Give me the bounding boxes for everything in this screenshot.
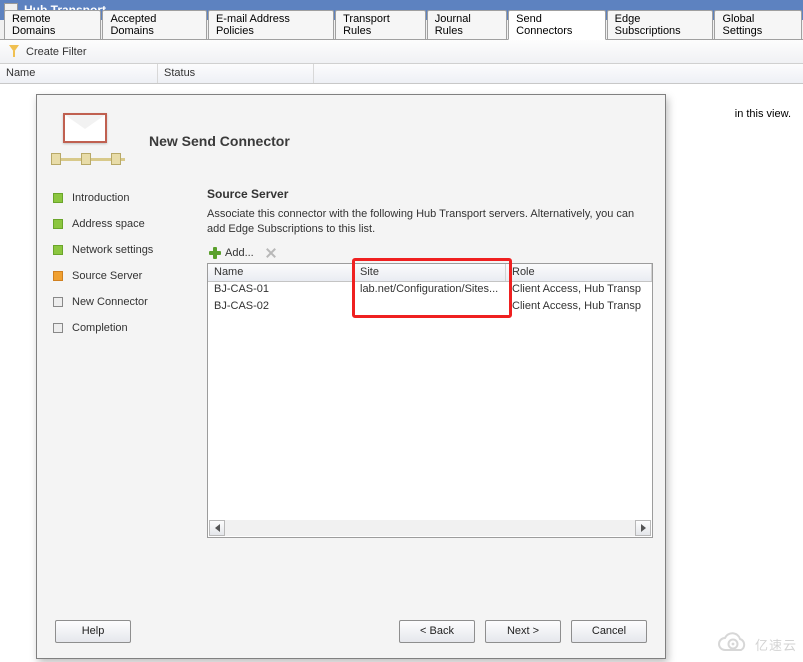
col-name[interactable]: Name	[0, 64, 158, 83]
step-label: Source Server	[72, 270, 142, 282]
step-status-icon	[53, 323, 63, 333]
step-label: Network settings	[72, 244, 153, 256]
back-button[interactable]: < Back	[399, 620, 475, 643]
step-new-connector[interactable]: New Connector	[51, 289, 201, 315]
step-label: Introduction	[72, 192, 129, 204]
chevron-right-icon	[641, 524, 646, 532]
step-label: Address space	[72, 218, 145, 230]
annotation-highlight-box	[352, 258, 512, 318]
toolbar: Create Filter	[0, 40, 803, 64]
step-label: Completion	[72, 322, 128, 334]
cell-name: BJ-CAS-01	[208, 282, 354, 299]
step-status-icon	[53, 271, 63, 281]
plus-icon	[207, 245, 223, 261]
col-status[interactable]: Status	[158, 64, 314, 83]
scroll-right-button[interactable]	[635, 520, 651, 536]
tab-send-connectors[interactable]: Send Connectors	[508, 10, 605, 40]
section-description: Associate this connector with the follow…	[207, 207, 653, 237]
chevron-left-icon	[215, 524, 220, 532]
step-label: New Connector	[72, 296, 148, 308]
dialog-title: New Send Connector	[149, 109, 290, 149]
horizontal-scrollbar[interactable]	[209, 520, 651, 536]
tab-email-address-policies[interactable]: E-mail Address Policies	[208, 10, 334, 39]
cancel-button[interactable]: Cancel	[571, 620, 647, 643]
new-send-connector-dialog: New Send Connector Introduction Address …	[36, 94, 666, 659]
step-network-settings[interactable]: Network settings	[51, 237, 201, 263]
watermark: 亿速云	[711, 632, 797, 656]
step-completion[interactable]: Completion	[51, 315, 201, 341]
wizard-steps: Introduction Address space Network setti…	[37, 181, 205, 538]
step-status-icon	[53, 219, 63, 229]
scroll-left-button[interactable]	[209, 520, 225, 536]
watermark-text: 亿速云	[755, 635, 797, 654]
cell-role: Client Access, Hub Transp	[506, 299, 652, 316]
mail-network-icon	[57, 113, 121, 169]
results-header: Name Status	[0, 64, 803, 84]
remove-icon[interactable]	[264, 246, 278, 260]
step-status-icon	[53, 297, 63, 307]
tab-accepted-domains[interactable]: Accepted Domains	[102, 10, 206, 39]
tab-strip: Remote Domains Accepted Domains E-mail A…	[0, 20, 803, 40]
tab-edge-subscriptions[interactable]: Edge Subscriptions	[607, 10, 714, 39]
tab-remote-domains[interactable]: Remote Domains	[4, 10, 101, 39]
cell-name: BJ-CAS-02	[208, 299, 354, 316]
step-source-server[interactable]: Source Server	[51, 263, 201, 289]
add-button[interactable]: Add...	[225, 247, 254, 259]
grid-col-role[interactable]: Role	[506, 264, 652, 281]
next-button[interactable]: Next >	[485, 620, 561, 643]
dialog-footer: Help < Back Next > Cancel	[37, 604, 665, 658]
dialog-header: New Send Connector	[37, 95, 665, 181]
step-introduction[interactable]: Introduction	[51, 185, 201, 211]
create-filter-button[interactable]: Create Filter	[26, 46, 87, 58]
servers-grid[interactable]: Name Site Role BJ-CAS-01 lab.net/Configu…	[207, 263, 653, 538]
cell-role: Client Access, Hub Transp	[506, 282, 652, 299]
help-button[interactable]: Help	[55, 620, 131, 643]
section-heading: Source Server	[207, 183, 653, 207]
cloud-icon	[711, 632, 751, 656]
grid-col-name[interactable]: Name	[208, 264, 354, 281]
tab-global-settings[interactable]: Global Settings	[714, 10, 802, 39]
step-address-space[interactable]: Address space	[51, 211, 201, 237]
step-status-icon	[53, 245, 63, 255]
tab-journal-rules[interactable]: Journal Rules	[427, 10, 507, 39]
step-status-icon	[53, 193, 63, 203]
tab-transport-rules[interactable]: Transport Rules	[335, 10, 426, 39]
funnel-icon	[6, 44, 22, 60]
